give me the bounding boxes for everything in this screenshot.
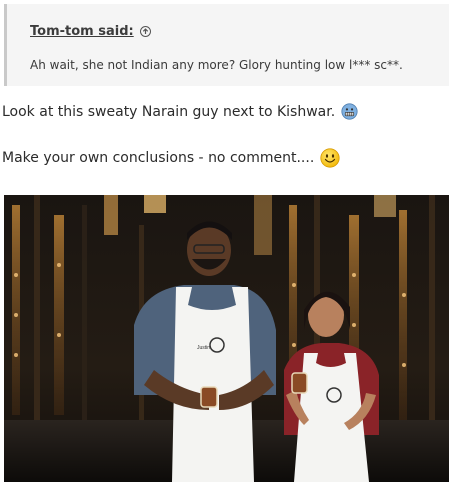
arrow-up-circle-icon[interactable] xyxy=(139,26,151,37)
arrow-up-glyph xyxy=(142,28,148,34)
apron-name: Justin xyxy=(197,345,210,351)
quote-text: Ah wait, she not Indian any more? Glory … xyxy=(30,58,403,72)
quote-block: Tom-tom said: Ah wait, she not Indian an… xyxy=(4,4,449,86)
grimace-emoji-icon xyxy=(341,103,358,120)
post-line-1: Look at this sweaty Narain guy next to K… xyxy=(2,103,358,120)
quote-author-link[interactable]: Tom-tom said: xyxy=(30,24,134,39)
quote-header: Tom-tom said: xyxy=(30,24,151,39)
masterchef-contestants-photo: Justin xyxy=(4,195,449,482)
post-text-1: Look at this sweaty Narain guy next to K… xyxy=(2,103,336,120)
smile-emoji-icon xyxy=(320,148,340,168)
post-line-2: Make your own conclusions - no comment..… xyxy=(2,148,340,168)
post-text-2: Make your own conclusions - no comment..… xyxy=(2,150,315,166)
post-photo[interactable]: Justin xyxy=(4,195,449,482)
